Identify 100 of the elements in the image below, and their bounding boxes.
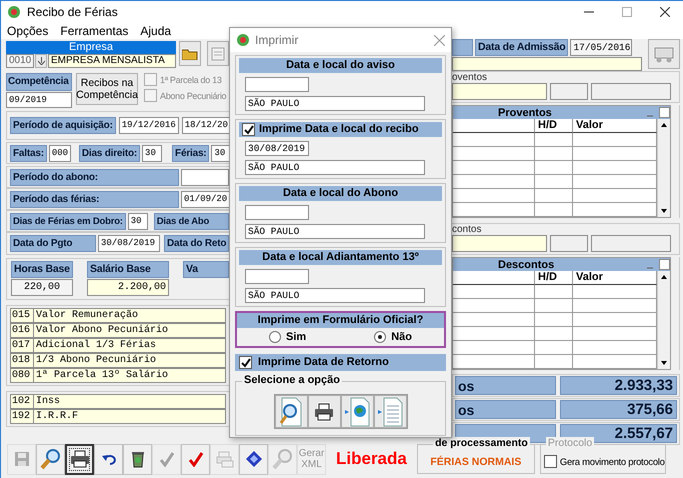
folder-button[interactable]	[179, 41, 201, 66]
column-header: H/D	[535, 271, 573, 285]
scrollbar[interactable]	[657, 271, 670, 369]
field-label: Período das férias:	[10, 190, 179, 208]
toolbar-button[interactable]	[94, 444, 123, 474]
radio-button[interactable]	[269, 331, 281, 343]
app-icon	[7, 5, 21, 19]
code-cell: 080	[10, 368, 34, 383]
checkbox[interactable]	[242, 123, 255, 136]
number-field[interactable]: 2.200,00	[87, 279, 169, 296]
description-cell: Valor Abono Pecuniário	[34, 323, 226, 338]
checkbox[interactable]	[239, 356, 252, 369]
date-field[interactable]: 30/08/2019	[245, 141, 309, 156]
city-field[interactable]: SÃO PAULO	[245, 288, 425, 303]
competence-field[interactable]: 09/2019	[6, 92, 72, 108]
table-cell	[535, 147, 573, 161]
status-text: Liberada	[336, 449, 407, 469]
toolbar-button[interactable]	[239, 444, 268, 474]
checkbox-label: 1ª Parcela do 13	[160, 74, 222, 84]
checkbox-label: Abono Pecuniário	[160, 90, 226, 100]
option-button[interactable]	[308, 395, 340, 428]
down-arrow-icon	[38, 57, 44, 65]
date-field[interactable]: 19/12/2016	[118, 117, 179, 134]
field-label: Dias de Abo	[154, 212, 229, 230]
checkbox-label: Imprime Data de Retorno	[258, 355, 389, 370]
name-field[interactable]	[452, 57, 642, 71]
menu-item[interactable]: Ajuda	[140, 24, 172, 38]
table-title: Proventos	[498, 106, 552, 118]
description-cell: 1ª Parcela 13º Salário	[34, 368, 226, 383]
competence-button[interactable]: Recibos na Competência	[76, 73, 138, 105]
total-field[interactable]	[550, 83, 588, 100]
date-field[interactable]: 30/08/2019	[98, 235, 160, 252]
group-label: Protocolo	[546, 437, 594, 449]
date-field[interactable]	[245, 269, 309, 284]
total-field[interactable]	[591, 235, 671, 252]
table-cell	[535, 327, 573, 341]
section-header: Data e local do aviso	[239, 58, 442, 73]
checkbox[interactable]	[544, 455, 557, 468]
checkmark-icon	[158, 451, 174, 467]
column-header: H/D	[535, 119, 573, 133]
table-title: Descontos	[498, 258, 554, 270]
total-field[interactable]	[452, 235, 547, 252]
total-field[interactable]	[452, 83, 547, 100]
table-cell	[535, 189, 573, 203]
menu-item[interactable]: Ferramentas	[60, 24, 128, 38]
search-icon	[272, 448, 294, 470]
city-field[interactable]: SÃO PAULO	[245, 224, 425, 239]
code-cell: 015	[10, 308, 34, 323]
window-title: Recibo de Férias	[27, 5, 118, 19]
number-field[interactable]: 30	[128, 212, 148, 230]
date-field[interactable]	[245, 77, 309, 92]
printer-icon	[314, 402, 334, 420]
total-value: 375,66	[560, 400, 677, 419]
undo-icon	[100, 452, 116, 466]
code-cell: 102	[10, 394, 34, 409]
number-field[interactable]: 30	[211, 144, 230, 162]
report-button[interactable]	[207, 41, 229, 66]
toolbar-button[interactable]	[65, 444, 94, 474]
total-field[interactable]	[550, 235, 588, 252]
maximize-icon[interactable]	[622, 7, 632, 17]
dropdown-button[interactable]	[35, 54, 47, 68]
number-field[interactable]: 220,00	[11, 279, 73, 296]
company-field[interactable]: EMPRESA MENSALISTA	[48, 54, 176, 68]
section-title: Imprime Data e local do recibo	[259, 122, 419, 137]
date-field[interactable]	[245, 205, 309, 220]
total-label: os	[455, 400, 556, 419]
code-cell: 016	[10, 323, 34, 338]
field-label: Data de Admissão	[475, 39, 568, 56]
scrollbar[interactable]	[657, 119, 670, 217]
section-header: Empresa	[6, 41, 176, 54]
table-cell	[535, 133, 573, 147]
code-field[interactable]: 0010	[6, 54, 34, 68]
number-field[interactable]: 000	[48, 144, 71, 162]
radio-button[interactable]	[374, 331, 386, 343]
city-field[interactable]: SÃO PAULO	[245, 160, 425, 175]
period-field[interactable]	[181, 168, 229, 186]
date-field[interactable]: 17/05/2016	[570, 39, 632, 56]
total-value: 2.933,33	[560, 376, 677, 395]
period-field[interactable]: 01/09/20	[181, 190, 230, 208]
date-field[interactable]: 18/12/20	[182, 117, 230, 134]
field-label: Período de aquisição:	[10, 117, 116, 134]
field-label: Competência	[6, 73, 72, 91]
total-label: os	[455, 376, 556, 395]
code-cell: 018	[10, 353, 34, 368]
group-label: oventos	[452, 72, 488, 83]
total-field[interactable]	[591, 83, 671, 100]
printer-icon	[216, 450, 234, 468]
description-cell: Adicional 1/3 Férias	[34, 338, 226, 353]
close-icon[interactable]	[660, 7, 670, 17]
field-label: Férias:	[172, 144, 210, 162]
table-cell	[535, 175, 573, 189]
field-label: Data do Pgto	[10, 235, 96, 252]
toolbar-button[interactable]	[123, 444, 152, 474]
menu-item[interactable]: Opções	[7, 24, 48, 38]
document-icon	[377, 396, 403, 426]
description-cell: Inss	[34, 394, 226, 409]
city-field[interactable]: SÃO PAULO	[245, 96, 425, 111]
number-field[interactable]: 30	[142, 144, 162, 162]
folder-icon	[182, 48, 198, 60]
tools-button[interactable]	[648, 39, 680, 69]
